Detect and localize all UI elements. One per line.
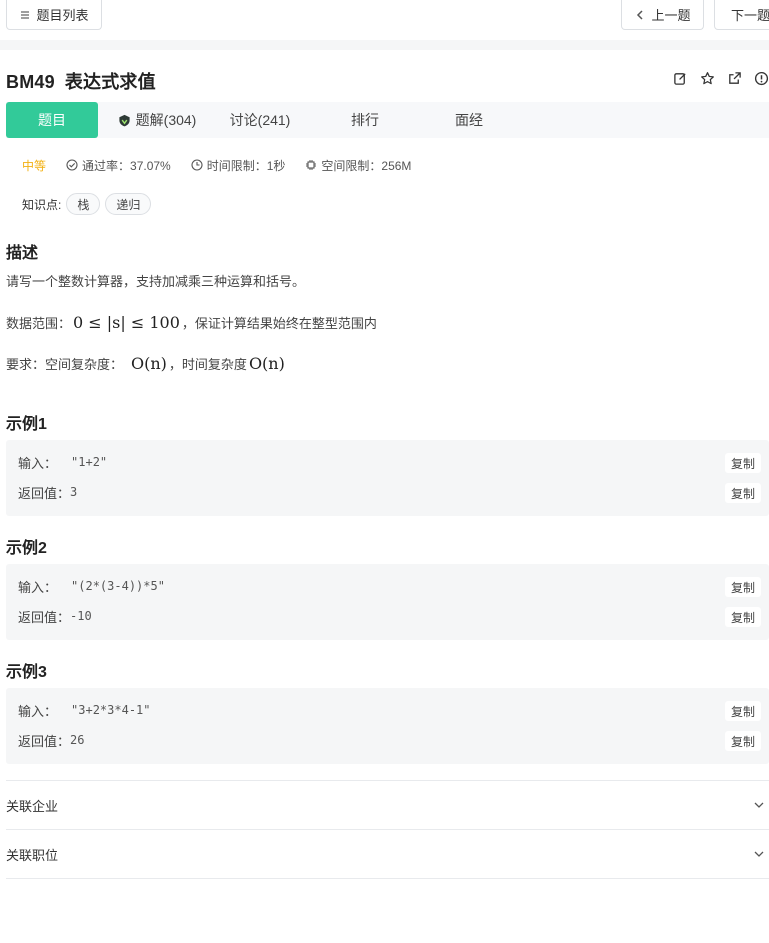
edit-icon[interactable] — [673, 71, 688, 86]
pass-rate: 通过率：37.07% — [66, 157, 171, 174]
data-range-math: 0 ≤ |s| ≤ 100 — [73, 312, 180, 332]
tab-solutions-label: 题解(304) — [135, 112, 197, 128]
difficulty-badge: 中等 — [22, 158, 47, 173]
example-box: 输入： "3+2*3*4-1" 复制 返回值： 26 复制 — [6, 688, 769, 764]
example-output: 3 — [70, 485, 78, 499]
data-range: 数据范围： 0 ≤ |s| ≤ 100 ，保证计算结果始终在整型范围内 — [6, 311, 377, 333]
copy-output-button[interactable]: 复制 — [725, 607, 761, 627]
tab-interview-label: 面经 — [455, 112, 483, 128]
list-icon — [21, 10, 30, 19]
title-actions — [673, 71, 769, 86]
next-problem-button[interactable]: 下一题 — [714, 0, 769, 30]
data-range-suffix: ，保证计算结果始终在整型范围内 — [181, 315, 377, 331]
example-output: -10 — [70, 609, 92, 623]
chip-icon — [306, 160, 317, 170]
input-label: 输入： — [18, 703, 58, 719]
output-label: 返回值： — [18, 733, 71, 749]
knowledge-label: 知识点: — [22, 197, 62, 212]
problem-tabs: 题目 题解(304) 讨论(241) 排行 面经 — [6, 102, 769, 138]
example-box: 输入： "1+2" 复制 返回值： 3 复制 — [6, 440, 769, 516]
copy-output-button[interactable]: 复制 — [725, 483, 761, 503]
tab-rank[interactable]: 排行 — [304, 102, 426, 138]
description-heading: 描述 — [6, 245, 39, 262]
check-circle-icon — [66, 159, 78, 171]
top-bar: 题目列表 上一题 下一题 — [0, 0, 769, 40]
related-companies-toggle[interactable]: 关联企业 — [6, 780, 769, 829]
problem-name: 表达式求值 — [64, 72, 156, 92]
related-positions-label: 关联职位 — [6, 847, 59, 863]
tab-discuss-label: 讨论(241) — [229, 112, 291, 128]
chevron-down-icon — [754, 802, 764, 808]
copy-input-button[interactable]: 复制 — [725, 701, 761, 721]
chevron-left-icon — [637, 9, 644, 20]
problem-code: BM49 — [6, 72, 55, 92]
top-divider-strip — [0, 40, 769, 50]
example-input: "(2*(3-4))*5" — [71, 579, 165, 593]
example-input: "3+2*3*4-1" — [71, 703, 151, 717]
knowledge-tag[interactable]: 递归 — [105, 193, 152, 215]
problem-meta: 中等 通过率：37.07% 时间限制：1秒 空间限制：256M — [22, 156, 431, 174]
example-box: 输入： "(2*(3-4))*5" 复制 返回值： -10 复制 — [6, 564, 769, 640]
copy-output-button[interactable]: 复制 — [725, 731, 761, 751]
example-input-line: 输入： "(2*(3-4))*5" — [18, 577, 165, 595]
share-icon[interactable] — [727, 71, 742, 86]
requirement-mid: ，时间复杂度 — [168, 356, 247, 372]
example-heading: 示例3 — [6, 664, 47, 681]
input-label: 输入： — [18, 579, 58, 595]
accordion-bottom-divider — [6, 878, 769, 879]
data-range-prefix: 数据范围： — [6, 315, 72, 331]
prev-problem-label: 上一题 — [651, 8, 691, 23]
chevron-down-icon — [754, 851, 764, 857]
output-label: 返回值： — [18, 485, 71, 501]
next-problem-label: 下一题 — [731, 8, 769, 23]
pass-rate-text: 通过率：37.07% — [82, 158, 171, 173]
example-output: 26 — [70, 733, 85, 747]
prev-problem-button[interactable]: 上一题 — [621, 0, 704, 30]
time-limit: 时间限制：1秒 — [191, 157, 286, 174]
example-output-line: 返回值： 26 — [18, 731, 84, 749]
example-input-line: 输入： "3+2*3*4-1" — [18, 701, 151, 719]
example-input: "1+2" — [71, 455, 108, 469]
knowledge-tag[interactable]: 栈 — [66, 193, 101, 215]
clock-icon — [191, 159, 203, 171]
space-limit-text: 空间限制：256M — [321, 158, 412, 173]
space-limit: 空间限制：256M — [305, 157, 411, 174]
tab-discuss[interactable]: 讨论(241) — [216, 102, 304, 138]
tab-rank-label: 排行 — [351, 112, 379, 128]
requirement-prefix: 要求：空间复杂度： — [6, 356, 124, 372]
example-input-line: 输入： "1+2" — [18, 453, 107, 471]
star-icon[interactable] — [700, 71, 715, 86]
output-label: 返回值： — [18, 609, 71, 625]
example-heading: 示例1 — [6, 416, 47, 433]
solution-badge-icon — [119, 114, 130, 126]
problem-list-label: 题目列表 — [36, 8, 89, 23]
report-icon[interactable] — [754, 71, 769, 86]
problem-title: BM49 表达式求值 — [6, 68, 156, 94]
description-text: 请写一个整数计算器，支持加减乘三种运算和括号。 — [6, 273, 306, 289]
tab-solutions[interactable]: 题解(304) — [98, 102, 216, 138]
related-companies-label: 关联企业 — [6, 798, 59, 814]
problem-list-button[interactable]: 题目列表 — [6, 0, 102, 30]
example-output-line: 返回值： 3 — [18, 483, 77, 501]
related-positions-toggle[interactable]: 关联职位 — [6, 829, 769, 878]
example-output-line: 返回值： -10 — [18, 607, 92, 625]
copy-input-button[interactable]: 复制 — [725, 453, 761, 473]
tab-interview[interactable]: 面经 — [426, 102, 512, 138]
time-limit-text: 时间限制：1秒 — [206, 158, 286, 173]
example-heading: 示例2 — [6, 540, 47, 557]
time-complexity-math: O(n) — [248, 353, 285, 373]
copy-input-button[interactable]: 复制 — [725, 577, 761, 597]
tab-problem[interactable]: 题目 — [6, 102, 98, 138]
input-label: 输入： — [18, 455, 58, 471]
space-complexity-math: O(n) — [131, 353, 167, 373]
problem-title-row: BM49 表达式求值 — [6, 68, 769, 94]
knowledge-points: 知识点: 栈 递归 — [22, 193, 152, 215]
tab-problem-label: 题目 — [38, 112, 66, 128]
complexity-requirement: 要求：空间复杂度： O(n) ，时间复杂度 O(n) — [6, 352, 287, 374]
